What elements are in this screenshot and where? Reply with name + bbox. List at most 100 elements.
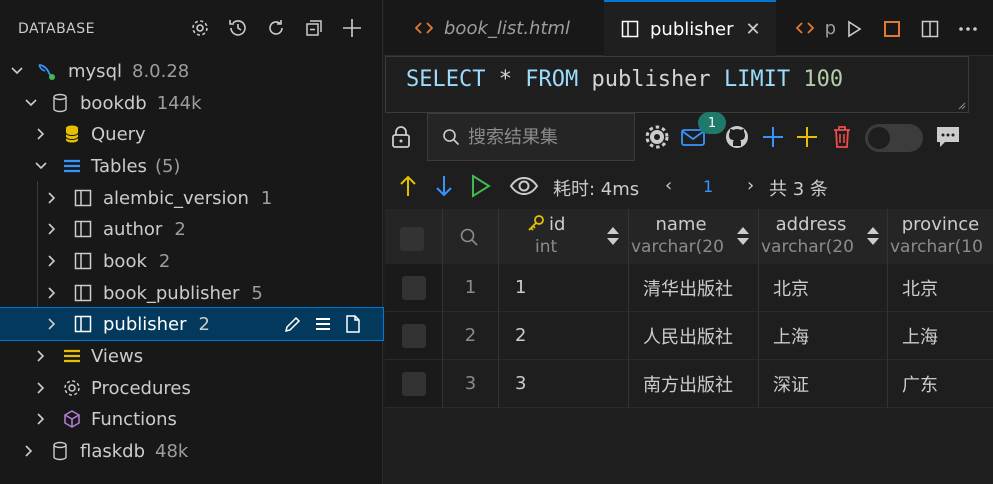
row-checkbox[interactable] — [401, 371, 426, 396]
result-grid: id int name varchar(20 address varchar(2… — [385, 209, 993, 484]
row-actions — [283, 313, 363, 335]
cell-id[interactable]: 1 — [499, 264, 629, 312]
lock-icon[interactable] — [387, 123, 415, 151]
tree-table-alembic-version[interactable]: alembic_version 1 — [0, 182, 383, 214]
sql-star: * — [498, 67, 512, 92]
settings-icon[interactable] — [188, 16, 212, 40]
header-col-name[interactable]: name varchar(20 — [629, 209, 759, 264]
toggle-switch[interactable] — [865, 124, 923, 152]
chevron-right-icon — [34, 127, 48, 141]
tree-database-flaskdb[interactable]: flaskdb 48k — [0, 435, 383, 467]
cell-id[interactable]: 2 — [499, 312, 629, 360]
result-toolbar-2: 耗时: 4ms ‹ 1 › 共 3 条 — [385, 163, 993, 209]
github-icon[interactable] — [723, 123, 751, 151]
result-search[interactable] — [427, 113, 635, 161]
column-name: id — [549, 214, 566, 235]
tree-item-procedures[interactable]: Procedures — [0, 372, 383, 404]
resize-grip-icon[interactable] — [956, 100, 966, 110]
tree-item-views[interactable]: Views — [0, 340, 383, 372]
header-col-id[interactable]: id int — [499, 209, 629, 264]
play-icon[interactable] — [467, 173, 493, 199]
tab-publisher[interactable]: publisher ✕ — [604, 0, 776, 56]
cell-name[interactable]: 清华出版社 — [629, 264, 759, 312]
database-size: 48k — [155, 440, 189, 462]
cell-address[interactable]: 北京 — [759, 264, 888, 312]
views-label: Views — [91, 345, 144, 367]
cell-province[interactable]: 广东 — [888, 360, 993, 408]
chevron-right-icon — [45, 317, 59, 331]
sort-icon[interactable] — [605, 225, 621, 247]
table-label: book — [103, 250, 147, 272]
tree-item-query[interactable]: Query — [0, 118, 383, 150]
column-name: province — [901, 214, 980, 235]
settings-icon[interactable] — [643, 123, 671, 151]
column-type: varchar(10 — [890, 237, 983, 257]
cell-address[interactable]: 上海 — [759, 312, 888, 360]
tab-p[interactable]: p — [776, 0, 836, 56]
cell-province[interactable]: 上海 — [888, 312, 993, 360]
tree-database-bookdb[interactable]: bookdb 144k — [0, 87, 383, 119]
search-input[interactable] — [468, 126, 628, 148]
sort-icon[interactable] — [865, 225, 881, 247]
table-label: book_publisher — [103, 282, 240, 304]
header-col-address[interactable]: address varchar(20 — [759, 209, 888, 264]
file-icon[interactable] — [343, 313, 363, 335]
search-icon[interactable] — [459, 227, 479, 247]
table-row[interactable]: 1 1 清华出版社 北京 北京 — [385, 264, 993, 312]
add-row-icon[interactable] — [759, 123, 787, 151]
more-icon[interactable] — [956, 17, 980, 41]
table-icon — [73, 283, 93, 303]
prev-page-icon[interactable]: ‹ — [665, 175, 672, 196]
delete-icon[interactable] — [828, 123, 856, 151]
edit-icon[interactable] — [283, 313, 303, 335]
table-icon — [73, 314, 93, 334]
table-row[interactable]: 2 2 人民出版社 上海 上海 — [385, 312, 993, 360]
select-all-checkbox[interactable] — [400, 227, 424, 251]
arrow-down-icon[interactable] — [431, 173, 457, 199]
tree-item-functions[interactable]: Functions — [0, 403, 383, 435]
table-row-count: 2 — [174, 218, 186, 240]
tree-table-book-publisher[interactable]: book_publisher 5 — [0, 277, 383, 309]
collapse-all-icon[interactable] — [302, 16, 326, 40]
cell-name[interactable]: 南方出版社 — [629, 360, 759, 408]
table-row[interactable]: 3 3 南方出版社 深证 广东 — [385, 360, 993, 408]
row-checkbox[interactable] — [401, 275, 426, 300]
grid-header: id int name varchar(20 address varchar(2… — [385, 209, 993, 264]
sql-editor[interactable]: SELECT * FROM publisher LIMIT 100 — [385, 56, 969, 113]
notification-badge: 1 — [698, 112, 726, 134]
tab-book-list[interactable]: book_list.html — [396, 0, 604, 56]
eye-icon[interactable] — [509, 173, 539, 199]
cell-id[interactable]: 3 — [499, 360, 629, 408]
tree-table-book[interactable]: book 2 — [0, 245, 383, 277]
page-number[interactable]: 1 — [703, 177, 713, 196]
refresh-icon[interactable] — [264, 16, 288, 40]
sort-icon[interactable] — [735, 225, 751, 247]
code-icon — [414, 18, 434, 38]
list-icon[interactable] — [313, 313, 333, 335]
tree-item-tables[interactable]: Tables (5) — [0, 150, 383, 182]
tree-table-publisher[interactable]: publisher 2 — [0, 307, 384, 341]
cell-name[interactable]: 人民出版社 — [629, 312, 759, 360]
row-checkbox[interactable] — [401, 323, 426, 348]
cell-province[interactable]: 北京 — [888, 264, 993, 312]
sql-keyword-limit: LIMIT — [723, 67, 791, 92]
column-name: address — [775, 214, 847, 235]
split-editor-icon[interactable] — [918, 17, 942, 41]
comment-icon[interactable] — [934, 123, 962, 151]
stop-icon[interactable] — [880, 17, 904, 41]
next-page-icon[interactable]: › — [747, 175, 754, 196]
header-col-province[interactable]: province varchar(10 — [888, 209, 993, 264]
cell-address[interactable]: 深证 — [759, 360, 888, 408]
run-icon[interactable] — [842, 17, 866, 41]
table-row-count: 2 — [158, 250, 171, 272]
row-select-cell — [385, 264, 443, 312]
add-connection-icon[interactable] — [340, 16, 364, 40]
functions-label: Functions — [91, 408, 177, 430]
add-column-icon[interactable] — [793, 123, 821, 151]
arrow-up-icon[interactable] — [395, 173, 421, 199]
sql-keyword-select: SELECT — [406, 67, 486, 92]
tree-table-author[interactable]: author 2 — [0, 213, 383, 245]
close-icon[interactable]: ✕ — [746, 19, 761, 40]
history-icon[interactable] — [226, 16, 250, 40]
tree-connection-mysql[interactable]: mysql 8.0.28 — [0, 55, 383, 87]
